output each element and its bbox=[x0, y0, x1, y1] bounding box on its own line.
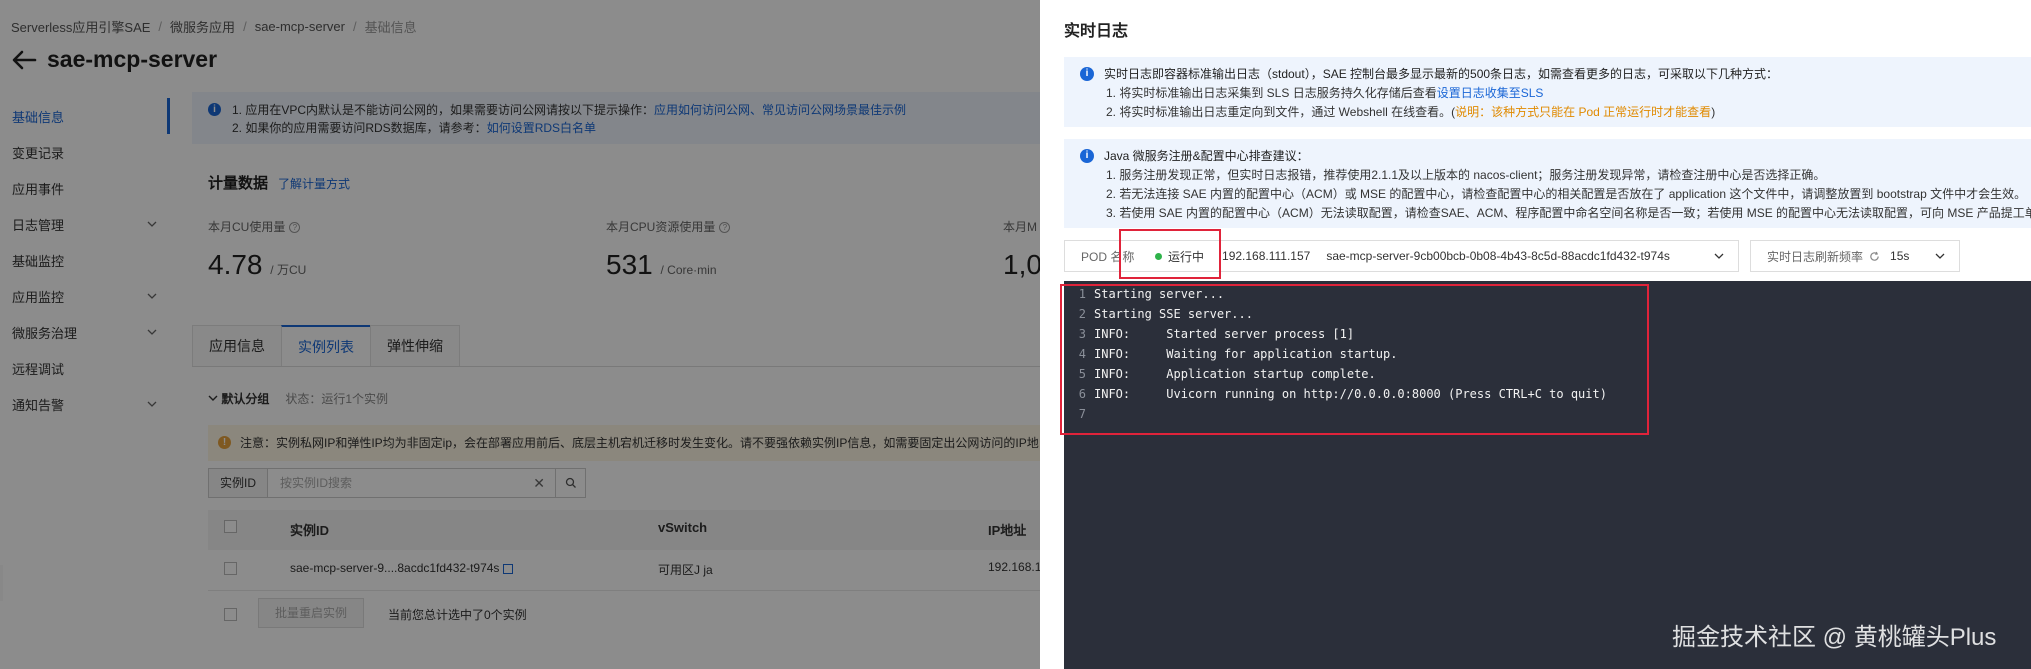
chevron-down-icon bbox=[1714, 253, 1724, 259]
drawer-title: 实时日志 bbox=[1064, 23, 1129, 40]
callout-text: 1. 服务注册发现正常，但实时日志报错，推荐使用2.1.1及以上版本的 naco… bbox=[1106, 168, 1826, 182]
refresh-icon bbox=[1870, 251, 1879, 261]
callout-text: 2. 若无法连接 SAE 内置的配置中心（ACM）或 MSE 的配置中心，请检查… bbox=[1106, 187, 2027, 201]
log-highlight-box bbox=[1060, 284, 1649, 435]
java-troubleshoot-callout: i Java 微服务注册&配置中心排查建议： 1. 服务注册发现正常，但实时日志… bbox=[1064, 139, 2031, 228]
watermark: 掘金技术社区 @ 黄桃罐头Plus bbox=[1672, 624, 1997, 651]
stdout-info-callout: i 实时日志即容器标准输出日志（stdout），SAE 控制台最多显示最新的50… bbox=[1064, 57, 2031, 127]
pod-ip: 192.168.111.157 bbox=[1222, 249, 1311, 263]
chevron-down-icon bbox=[1935, 253, 1945, 259]
info-icon: i bbox=[1080, 149, 1094, 163]
edge-marker bbox=[0, 565, 3, 601]
callout-text: 3. 若使用 SAE 内置的配置中心（ACM）无法读取配置，请检查SAE、ACM… bbox=[1106, 206, 2031, 220]
callout-note: 说明：该种方式只能在 Pod 正常运行时才能查看 bbox=[1455, 105, 1712, 119]
callout-heading: Java 微服务注册&配置中心排查建议： bbox=[1104, 149, 1309, 163]
callout-heading: 实时日志即容器标准输出日志（stdout），SAE 控制台最多显示最新的500条… bbox=[1104, 67, 1779, 81]
callout-text: 1. 将实时标准输出日志采集到 SLS 日志服务持久化存储后查看 bbox=[1106, 86, 1437, 100]
refresh-label: 实时日志刷新频率 bbox=[1767, 249, 1864, 264]
pod-name: sae-mcp-server-9cb00bcb-0b08-4b43-8c5d-8… bbox=[1326, 249, 1670, 263]
callout-text: 2. 将实时标准输出日志重定向到文件，通过 Webshell 在线查看。( bbox=[1106, 105, 1456, 119]
sls-collection-link[interactable]: 设置日志收集至SLS bbox=[1437, 86, 1544, 100]
refresh-value: 15s bbox=[1890, 249, 1910, 263]
modal-overlay[interactable] bbox=[0, 0, 1040, 669]
info-icon: i bbox=[1080, 67, 1094, 81]
refresh-interval-select[interactable]: 实时日志刷新频率 15s bbox=[1750, 240, 1960, 272]
callout-text: ) bbox=[1711, 105, 1716, 119]
status-highlight-box bbox=[1119, 229, 1221, 279]
